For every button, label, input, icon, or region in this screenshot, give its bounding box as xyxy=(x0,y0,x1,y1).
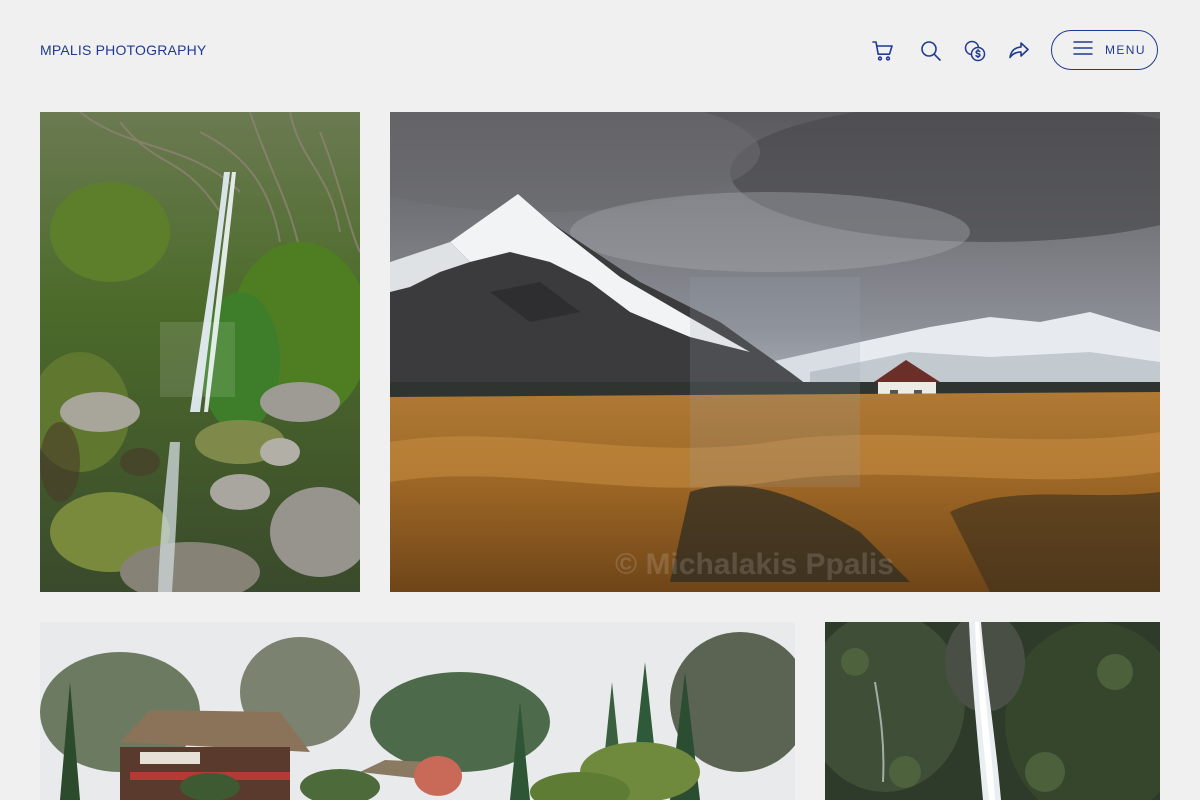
photo-cliff-waterfall[interactable] xyxy=(825,622,1160,800)
menu-button[interactable]: MENU xyxy=(1051,30,1158,70)
currency-button[interactable] xyxy=(962,38,988,64)
photo-mountain-house[interactable]: © Michalakis Ppalis xyxy=(390,112,1160,592)
search-icon xyxy=(919,39,943,63)
menu-label: MENU xyxy=(1105,43,1146,57)
share-button[interactable] xyxy=(1006,38,1032,64)
cart-icon xyxy=(871,39,895,63)
photo-forest-waterfall[interactable] xyxy=(40,112,360,592)
photo-japanese-village[interactable] xyxy=(40,622,795,800)
hamburger-icon xyxy=(1073,40,1093,60)
site-title-link[interactable]: MPALIS PHOTOGRAPHY xyxy=(40,42,206,58)
search-button[interactable] xyxy=(918,38,944,64)
cart-button[interactable] xyxy=(870,38,896,64)
currency-icon xyxy=(963,39,987,63)
share-icon xyxy=(1007,39,1031,63)
watermark-text: © Michalakis Ppalis xyxy=(615,548,894,581)
site-header: MPALIS PHOTOGRAPHY MENU xyxy=(0,0,1200,100)
